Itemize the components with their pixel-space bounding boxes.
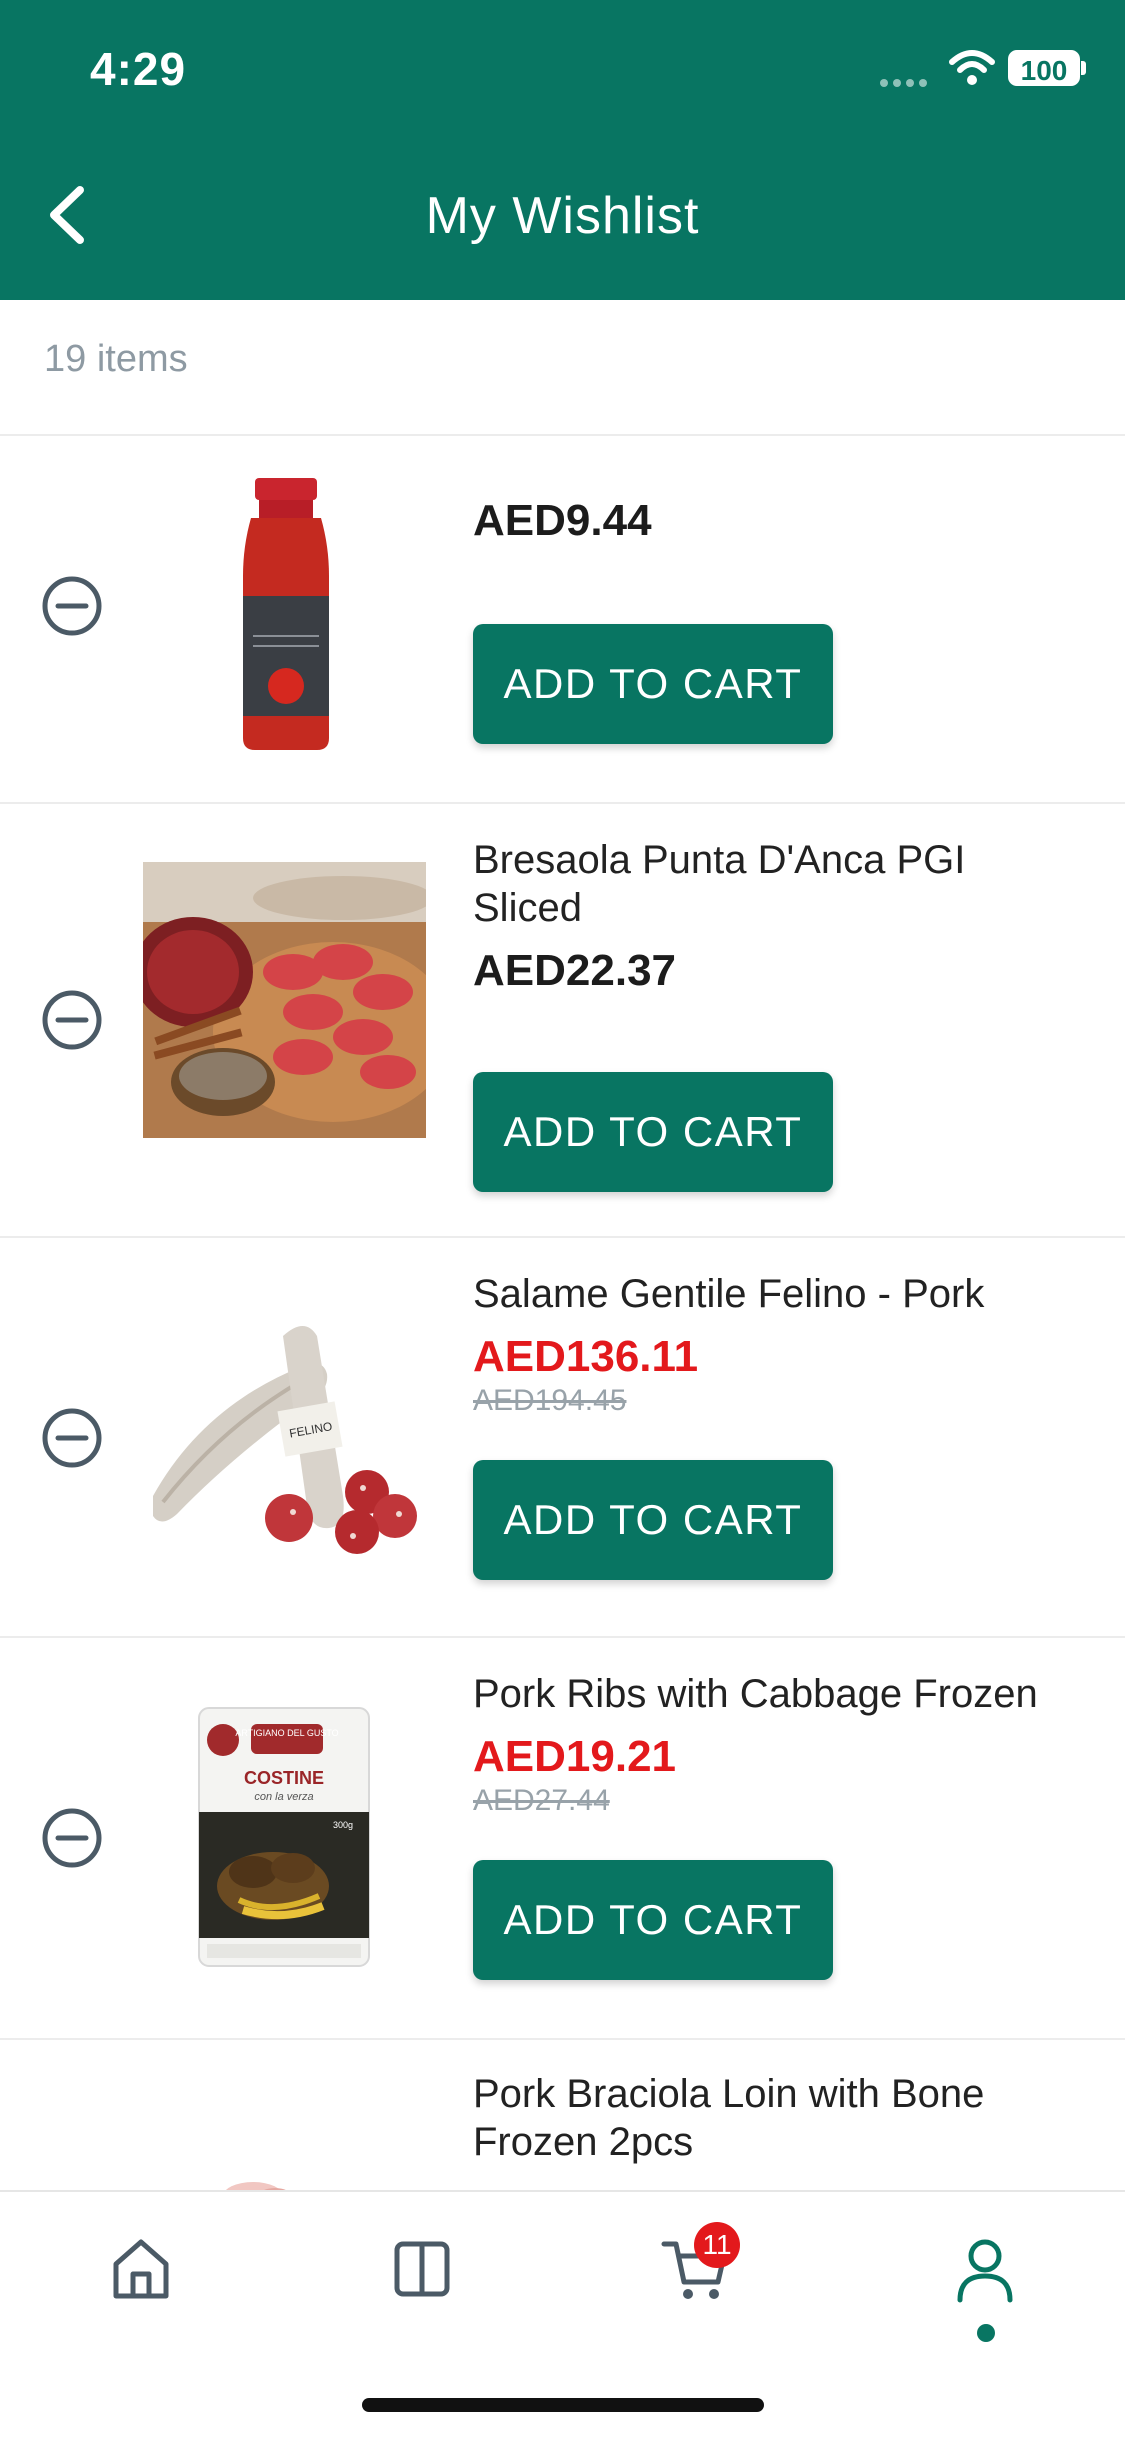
app-header: 4:29 100 My Wishlist [0,0,1125,300]
product-original-price: AED27.44 [473,1784,610,1817]
product-name[interactable]: Pork Ribs with Cabbage Frozen [473,1670,1073,1718]
remove-item-icon[interactable] [40,1806,104,1870]
package-product: COSTINE [244,1768,324,1788]
battery-indicator: 100 [1008,50,1080,86]
product-original-price: AED194.45 [473,1384,627,1417]
package-weight: 300g [333,1820,353,1830]
product-image-pork-braciola[interactable] [143,2158,426,2190]
active-tab-indicator [977,2324,995,2342]
add-to-cart-button[interactable]: ADD TO CART [473,1460,833,1580]
cart-count-badge: 11 [694,2222,740,2268]
wishlist-item: Bresaola Punta D'Anca PGI Sliced AED22.3… [0,802,1125,1238]
cellular-signal-icon [880,74,940,87]
product-sale-price: AED136.11 [473,1332,699,1381]
add-to-cart-button[interactable]: ADD TO CART [473,624,833,744]
catalog-icon[interactable] [387,2234,457,2304]
wishlist-item: ARTIGIANO DEL GUSTO COSTINE con la verza… [0,1636,1125,2040]
home-icon[interactable] [106,2234,176,2304]
wishlist-item: AED9.44 ADD TO CART [0,434,1125,804]
product-sale-price: AED19.21 [473,1732,677,1781]
package-subtitle: con la verza [254,1791,313,1803]
remove-item-icon[interactable] [40,988,104,1052]
product-image-pork-ribs[interactable]: ARTIGIANO DEL GUSTO COSTINE con la verza… [143,1696,426,1979]
home-indicator [362,2398,764,2412]
product-price: AED9.44 [473,496,652,545]
product-image-tomato-bottle[interactable] [143,476,426,759]
account-icon[interactable] [950,2234,1020,2304]
product-price: AED22.37 [473,946,677,995]
package-brand: ARTIGIANO DEL GUSTO [235,1728,338,1738]
product-image-bresaola[interactable] [143,862,426,1138]
add-to-cart-button[interactable]: ADD TO CART [473,1860,833,1980]
wishlist-item: Pork Braciola Loin with Bone Frozen 2pcs [0,2038,1125,2190]
product-name[interactable]: Bresaola Punta D'Anca PGI Sliced [473,836,1073,932]
remove-item-icon[interactable] [40,1406,104,1470]
items-count: 19 items [44,338,188,380]
wishlist-count-row: 19 items [0,300,1125,436]
remove-item-icon[interactable] [40,574,104,638]
battery-tip [1081,61,1086,75]
product-name[interactable]: Salame Gentile Felino - Pork [473,1270,1073,1318]
product-image-salame[interactable]: FELINO [143,1296,426,1579]
page-title: My Wishlist [425,187,700,245]
status-time: 4:29 [90,43,187,95]
product-name[interactable]: Pork Braciola Loin with Bone Frozen 2pcs [473,2070,1073,2166]
wifi-icon [949,50,995,85]
wishlist-item: FELINO Salame Gentile Felino - Pork AED1… [0,1236,1125,1638]
add-to-cart-button[interactable]: ADD TO CART [473,1072,833,1192]
